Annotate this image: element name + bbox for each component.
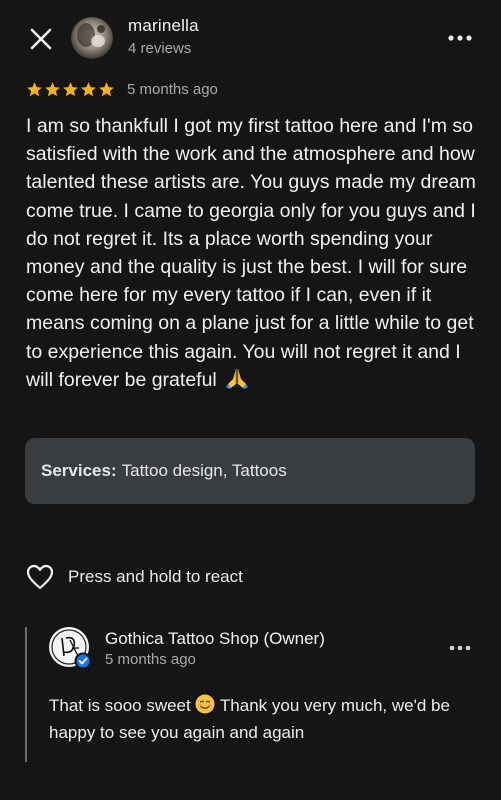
review-text-body: I am so thankfull I got my first tattoo … [26,115,476,391]
more-horizontal-icon [448,35,472,41]
star-icon [99,81,114,96]
more-horizontal-icon [449,645,471,651]
folded-hands-emoji [226,368,249,389]
owner-reply-divider [25,627,27,762]
reviewer-review-count: 4 reviews [128,40,192,57]
heart-outline-icon [26,564,54,590]
smiling-face-emoji [195,694,215,714]
rating-row: 5 months ago [26,78,218,100]
reviewer-name[interactable]: marinella [128,16,199,36]
star-icon [27,81,42,96]
review-date: 5 months ago [127,80,218,98]
star-icon [63,81,78,96]
owner-reply-date: 5 months ago [105,651,196,668]
services-label: Services: [41,461,117,480]
star-icon [45,81,60,96]
owner-reply-more-button[interactable] [448,641,472,655]
more-options-button[interactable] [446,30,474,46]
close-button[interactable] [26,24,56,54]
owner-reply-text: That is sooo sweet Thank you very much, … [49,692,469,746]
close-icon [30,28,52,50]
owner-name[interactable]: Gothica Tattoo Shop (Owner) [105,629,325,649]
owner-reply-text-part1: That is sooo sweet [49,696,191,715]
services-box: Services: Tattoo design, Tattoos [25,438,475,504]
reviewer-avatar[interactable] [71,17,113,59]
star-icon [81,81,96,96]
react-button[interactable]: Press and hold to react [26,563,243,591]
review-text: I am so thankfull I got my first tattoo … [26,112,476,394]
owner-avatar[interactable] [48,626,92,670]
react-label: Press and hold to react [68,567,243,586]
star-rating [26,81,115,98]
review-header: marinella 4 reviews [0,0,501,76]
verified-badge-icon [74,652,92,670]
services-value: Tattoo design, Tattoos [121,461,287,480]
